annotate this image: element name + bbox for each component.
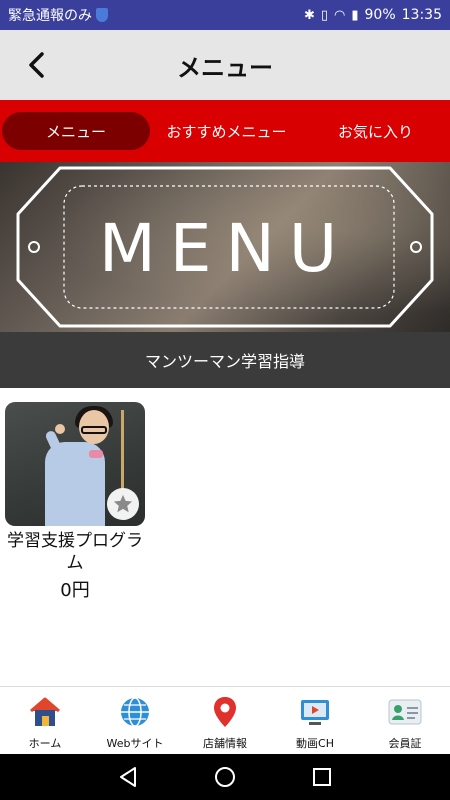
image-figure-bow — [89, 450, 103, 458]
nav-store-info[interactable]: 店舗情報 — [180, 687, 270, 754]
menu-item-card[interactable]: 学習支援プログラム 0円 — [5, 402, 145, 602]
menu-item-image — [5, 402, 145, 526]
status-bar: 緊急通報のみ ✱ ▯ ◠ ▮ 90% 13:35 — [0, 0, 450, 30]
nav-website[interactable]: Webサイト — [90, 687, 180, 754]
menu-banner: MENU — [0, 162, 450, 332]
clock: 13:35 — [401, 7, 442, 23]
video-icon — [298, 695, 332, 729]
tab-favorites[interactable]: お気に入り — [301, 112, 450, 150]
battery-percent: 90% — [364, 7, 396, 23]
section-header: マンツーマン学習指導 — [0, 332, 450, 388]
chevron-left-icon — [29, 52, 44, 78]
nav-home-label: ホーム — [28, 737, 62, 750]
page-title: メニュー — [177, 53, 273, 82]
nav-member-card-label: 会員証 — [388, 737, 422, 750]
home-icon — [28, 695, 62, 729]
menu-item-title: 学習支援プログラム — [7, 531, 143, 573]
status-carrier-text: 緊急通報のみ — [8, 8, 92, 24]
nav-video-channel-label: 動画CH — [296, 737, 334, 750]
vibrate-icon: ▯ — [320, 7, 329, 23]
system-back-button[interactable] — [113, 762, 143, 792]
section-title: マンツーマン学習指導 — [144, 352, 305, 371]
bottom-navigation: ホーム Webサイト 店舗情報 動画CH 会員証 — [0, 686, 450, 754]
nav-member-card[interactable]: 会員証 — [360, 687, 450, 754]
system-navigation-bar — [0, 754, 450, 800]
star-icon — [113, 494, 133, 513]
nav-website-label: Webサイト — [106, 737, 164, 750]
map-pin-icon — [208, 695, 242, 729]
system-home-button[interactable] — [210, 762, 240, 792]
back-button[interactable] — [22, 50, 52, 80]
square-recents-icon — [312, 768, 331, 786]
nav-store-info-label: 店舗情報 — [203, 737, 247, 750]
image-figure-glasses — [81, 426, 107, 434]
shield-icon — [96, 8, 108, 22]
member-card-icon — [388, 695, 422, 729]
battery-icon: ▮ — [351, 7, 359, 23]
wifi-icon: ◠ — [334, 7, 346, 23]
circle-home-icon — [214, 767, 235, 787]
favorite-button[interactable] — [107, 488, 139, 520]
tab-recommended[interactable]: おすすめメニュー — [152, 112, 301, 150]
globe-icon — [118, 695, 152, 729]
nav-home[interactable]: ホーム — [0, 687, 90, 754]
image-figure-hand — [55, 424, 65, 434]
bluetooth-icon: ✱ — [303, 7, 315, 23]
tab-menu[interactable]: メニュー — [2, 112, 150, 150]
tab-bar: メニュー おすすめメニュー お気に入り — [0, 100, 450, 162]
triangle-back-icon — [120, 767, 137, 787]
app-header: メニュー — [0, 30, 450, 100]
banner-title: MENU — [98, 210, 352, 287]
system-recents-button[interactable] — [307, 762, 337, 792]
nav-video-channel[interactable]: 動画CH — [270, 687, 360, 754]
menu-item-price: 0円 — [60, 580, 90, 601]
